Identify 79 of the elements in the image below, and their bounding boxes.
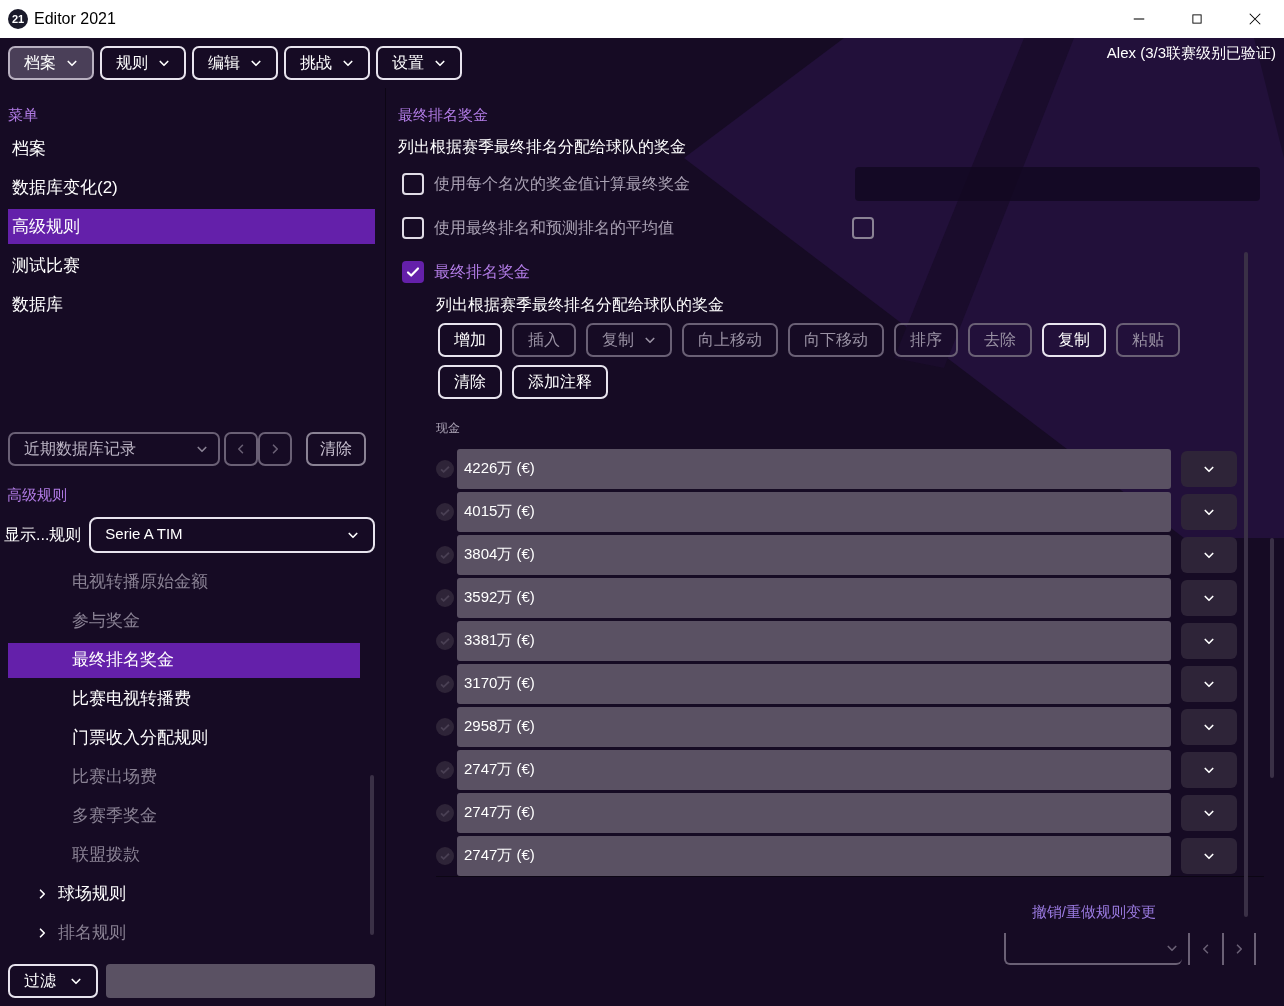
value-field[interactable]: 4226万 (€) <box>457 448 1171 489</box>
toolbar-button[interactable]: 增加 <box>438 322 502 357</box>
tree-item[interactable]: 最终排名奖金 <box>8 642 360 678</box>
toolbar-button[interactable]: 复制 <box>1042 322 1106 357</box>
close-icon <box>1248 12 1262 26</box>
history-dropdown[interactable]: 近期数据库记录 <box>8 432 220 466</box>
column-header: 现金 <box>436 419 461 437</box>
section-heading: 菜单 <box>8 105 39 124</box>
dropdown-button[interactable] <box>1181 450 1237 487</box>
sidebar-item[interactable]: 数据库 <box>8 287 375 322</box>
league-dropdown[interactable]: Serie A TIM <box>89 516 375 553</box>
check-icon <box>436 674 454 693</box>
dropdown-button[interactable] <box>1181 536 1237 573</box>
next-button[interactable] <box>1222 933 1256 965</box>
toolbar-button[interactable]: 添加注释 <box>512 364 608 399</box>
next-button[interactable] <box>258 432 292 466</box>
menu-button[interactable]: 设置 <box>376 46 462 80</box>
dropdown-button[interactable] <box>1181 665 1237 702</box>
menu-button[interactable]: 档案 <box>8 46 94 80</box>
check-icon <box>436 717 454 736</box>
checkbox-label: 最终排名奖金 <box>434 261 530 282</box>
clear-button[interactable]: 清除 <box>306 432 366 466</box>
filter-field[interactable] <box>106 964 375 998</box>
sidebar-item[interactable]: 高级规则 <box>8 209 375 244</box>
user-status: Alex (3/3联赛级别已验证) <box>1106 43 1276 63</box>
undo-label: 撤销/重做规则变更 <box>1031 901 1156 922</box>
maximize-icon <box>1191 13 1203 25</box>
value-field[interactable]: 2747万 (€) <box>457 835 1171 876</box>
dropdown-button[interactable] <box>1181 751 1237 788</box>
value-field[interactable] <box>855 166 1260 201</box>
checkbox-label: 使用每个名次的奖金值计算最终奖金 <box>434 173 690 194</box>
menu-button[interactable]: 规则 <box>100 46 186 80</box>
toolbar-button[interactable]: 清除 <box>438 364 502 399</box>
checkbox[interactable] <box>852 216 874 239</box>
dropdown-button[interactable] <box>1181 579 1237 616</box>
value-field[interactable]: 3381万 (€) <box>457 620 1171 661</box>
check-icon <box>436 502 454 521</box>
check-icon <box>436 803 454 822</box>
scrollbar[interactable] <box>1270 538 1274 778</box>
value-field[interactable]: 2958万 (€) <box>457 706 1171 747</box>
check-icon <box>436 631 454 650</box>
checkbox-label: 使用最终排名和预测排名的平均值 <box>434 217 674 238</box>
dropdown-button[interactable] <box>1181 794 1237 831</box>
field-label: 显示...规则 <box>4 524 82 545</box>
dropdown-button[interactable] <box>1181 837 1237 874</box>
menu-button[interactable]: 挑战 <box>284 46 370 80</box>
tree-item[interactable]: 门票收入分配规则 <box>8 720 360 756</box>
sidebar-item[interactable]: 数据库变化(2) <box>8 170 375 205</box>
value-field[interactable]: 3592万 (€) <box>457 577 1171 618</box>
checkbox[interactable] <box>402 260 424 283</box>
value-field[interactable]: 4015万 (€) <box>457 491 1171 532</box>
tree-item[interactable]: 比赛电视转播费 <box>8 681 360 717</box>
sidebar-item[interactable]: 测试比赛 <box>8 248 375 283</box>
check-icon <box>436 588 454 607</box>
value-field[interactable]: 2747万 (€) <box>457 749 1171 790</box>
value-field[interactable]: 3804万 (€) <box>457 534 1171 575</box>
tree-group[interactable]: 球场规则 <box>8 876 360 912</box>
check-icon <box>436 846 454 865</box>
description: 列出根据赛季最终排名分配给球队的奖金 <box>436 294 725 315</box>
dropdown-button[interactable] <box>1181 622 1237 659</box>
check-icon <box>436 760 454 779</box>
filter-dropdown[interactable]: 过滤 <box>8 964 98 998</box>
scrollbar[interactable] <box>1244 252 1248 917</box>
dropdown-button[interactable] <box>1181 493 1237 530</box>
sidebar-item[interactable]: 档案 <box>8 131 375 166</box>
menu-button[interactable]: 编辑 <box>192 46 278 80</box>
description: 列出根据赛季最终排名分配给球队的奖金 <box>398 136 687 157</box>
app-logo: 21 <box>8 9 28 29</box>
window-title: Editor 2021 <box>34 9 116 29</box>
section-heading: 高级规则 <box>7 485 68 505</box>
section-heading: 最终排名奖金 <box>398 105 489 125</box>
value-field[interactable]: 2747万 (€) <box>457 792 1171 833</box>
dropdown-button[interactable] <box>1181 708 1237 745</box>
history-dropdown[interactable] <box>1004 933 1182 965</box>
check-icon <box>436 545 454 564</box>
previous-button[interactable] <box>224 432 258 466</box>
scrollbar[interactable] <box>370 774 374 935</box>
value-field[interactable]: 3170万 (€) <box>457 663 1171 704</box>
check-icon <box>436 459 454 478</box>
